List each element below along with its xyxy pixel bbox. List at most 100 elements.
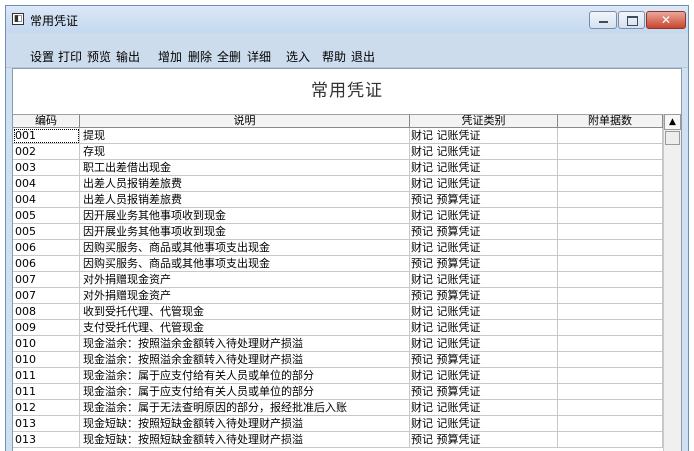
title-bar[interactable]: ◧ 常用凭证 ✕ [6, 6, 688, 33]
cell-code[interactable]: 009 [13, 320, 80, 336]
cell-code[interactable]: 004 [13, 192, 80, 208]
cell-voucher-type[interactable]: 财记 记账凭证 [410, 144, 558, 160]
export-button[interactable]: 输出 [116, 48, 140, 65]
cell-code[interactable]: 007 [13, 272, 80, 288]
delete-all-button[interactable]: 全删 [217, 48, 241, 65]
column-header-voucher-type[interactable]: 凭证类别 [410, 114, 558, 128]
cell-voucher-type[interactable]: 财记 记账凭证 [410, 272, 558, 288]
table-row[interactable]: 004 出差人员报销差旅费 预记 预算凭证 [13, 192, 663, 208]
cell-voucher-type[interactable]: 预记 预算凭证 [410, 224, 558, 240]
column-header-attachments[interactable]: 附单据数 [558, 114, 663, 128]
cell-voucher-type[interactable]: 预记 预算凭证 [410, 192, 558, 208]
cell-attachments[interactable] [558, 320, 663, 336]
table-row[interactable]: 002 存现 财记 记账凭证 [13, 144, 663, 160]
cell-attachments[interactable] [558, 304, 663, 320]
cell-voucher-type[interactable]: 财记 记账凭证 [410, 160, 558, 176]
cell-attachments[interactable] [558, 256, 663, 272]
cell-attachments[interactable] [558, 160, 663, 176]
table-row[interactable]: 013 现金短缺：按照短缺金额转入待处理财产损溢 财记 记账凭证 [13, 416, 663, 432]
cell-code[interactable]: 012 [13, 400, 80, 416]
table-row[interactable]: 004 出差人员报销差旅费 财记 记账凭证 [13, 176, 663, 192]
cell-attachments[interactable] [558, 416, 663, 432]
cell-description[interactable]: 现金溢余：属于无法查明原因的部分，报经批准后入账 [80, 400, 410, 416]
cell-description[interactable]: 出差人员报销差旅费 [80, 176, 410, 192]
cell-voucher-type[interactable]: 财记 记账凭证 [410, 320, 558, 336]
cell-voucher-type[interactable]: 预记 预算凭证 [410, 432, 558, 448]
cell-voucher-type[interactable]: 财记 记账凭证 [410, 128, 558, 144]
cell-attachments[interactable] [558, 352, 663, 368]
cell-attachments[interactable] [558, 224, 663, 240]
vertical-scrollbar[interactable]: ▲ [663, 114, 681, 451]
cell-attachments[interactable] [558, 208, 663, 224]
table-row[interactable]: 011 现金溢余：属于应支付给有关人员或单位的部分 预记 预算凭证 [13, 384, 663, 400]
cell-description[interactable]: 现金溢余：属于应支付给有关人员或单位的部分 [80, 384, 410, 400]
cell-voucher-type[interactable]: 财记 记账凭证 [410, 416, 558, 432]
cell-description[interactable]: 支付受托代理、代管现金 [80, 320, 410, 336]
cell-attachments[interactable] [558, 240, 663, 256]
cell-code[interactable]: 007 [13, 288, 80, 304]
table-row[interactable]: 009 支付受托代理、代管现金 财记 记账凭证 [13, 320, 663, 336]
cell-code[interactable]: 011 [13, 368, 80, 384]
cell-description[interactable]: 因开展业务其他事项收到现金 [80, 224, 410, 240]
table-row[interactable]: 003 职工出差借出现金 财记 记账凭证 [13, 160, 663, 176]
cell-attachments[interactable] [558, 144, 663, 160]
table-row[interactable]: 005 因开展业务其他事项收到现金 预记 预算凭证 [13, 224, 663, 240]
help-button[interactable]: 帮助 [322, 48, 346, 65]
cell-code[interactable]: 006 [13, 256, 80, 272]
cell-description[interactable]: 对外捐赠现金资产 [80, 288, 410, 304]
cell-attachments[interactable] [558, 368, 663, 384]
cell-voucher-type[interactable]: 预记 预算凭证 [410, 384, 558, 400]
cell-description[interactable]: 因购买服务、商品或其他事项支出现金 [80, 240, 410, 256]
cell-attachments[interactable] [558, 272, 663, 288]
table-row[interactable]: 007 对外捐赠现金资产 预记 预算凭证 [13, 288, 663, 304]
cell-voucher-type[interactable]: 预记 预算凭证 [410, 352, 558, 368]
cell-code[interactable]: 005 [13, 208, 80, 224]
cell-code[interactable]: 003 [13, 160, 80, 176]
cell-code[interactable]: 006 [13, 240, 80, 256]
cell-code[interactable]: 013 [13, 432, 80, 448]
cell-code[interactable]: 002 [13, 144, 80, 160]
scroll-thumb[interactable] [665, 131, 680, 145]
cell-voucher-type[interactable]: 财记 记账凭证 [410, 304, 558, 320]
cell-code[interactable]: 008 [13, 304, 80, 320]
cell-description[interactable]: 职工出差借出现金 [80, 160, 410, 176]
cell-description[interactable]: 提现 [80, 128, 410, 144]
cell-attachments[interactable] [558, 192, 663, 208]
cell-description[interactable]: 存现 [80, 144, 410, 160]
add-button[interactable]: 增加 [158, 48, 182, 65]
cell-description[interactable]: 对外捐赠现金资产 [80, 272, 410, 288]
table-row[interactable]: 007 对外捐赠现金资产 财记 记账凭证 [13, 272, 663, 288]
cell-attachments[interactable] [558, 128, 663, 144]
cell-voucher-type[interactable]: 财记 记账凭证 [410, 208, 558, 224]
cell-code[interactable]: 011 [13, 384, 80, 400]
maximize-button[interactable] [618, 11, 645, 29]
table-row[interactable]: 006 因购买服务、商品或其他事项支出现金 预记 预算凭证 [13, 256, 663, 272]
cell-voucher-type[interactable]: 财记 记账凭证 [410, 336, 558, 352]
cell-code[interactable]: 004 [13, 176, 80, 192]
cell-voucher-type[interactable]: 预记 预算凭证 [410, 288, 558, 304]
column-header-code[interactable]: 编码 [13, 114, 80, 128]
cell-description[interactable]: 现金溢余：属于应支付给有关人员或单位的部分 [80, 368, 410, 384]
print-button[interactable]: 打印 [58, 48, 82, 65]
exit-button[interactable]: 退出 [351, 48, 375, 65]
cell-attachments[interactable] [558, 176, 663, 192]
cell-attachments[interactable] [558, 400, 663, 416]
cell-description[interactable]: 因开展业务其他事项收到现金 [80, 208, 410, 224]
table-row[interactable]: 008 收到受托代理、代管现金 财记 记账凭证 [13, 304, 663, 320]
cell-voucher-type[interactable]: 财记 记账凭证 [410, 400, 558, 416]
preview-button[interactable]: 预览 [87, 48, 111, 65]
column-header-description[interactable]: 说明 [80, 114, 410, 128]
setup-button[interactable]: 设置 [30, 48, 54, 65]
app-window-icon[interactable]: ◧ [12, 13, 24, 25]
cell-attachments[interactable] [558, 432, 663, 448]
cell-code[interactable]: 010 [13, 352, 80, 368]
cell-code[interactable]: 001 [13, 128, 80, 144]
cell-voucher-type[interactable]: 预记 预算凭证 [410, 256, 558, 272]
cell-voucher-type[interactable]: 财记 记账凭证 [410, 368, 558, 384]
minimize-button[interactable] [589, 11, 617, 29]
table-row[interactable]: 001 提现 财记 记账凭证 [13, 128, 663, 144]
table-row[interactable]: 010 现金溢余：按照溢余金额转入待处理财产损溢 财记 记账凭证 [13, 336, 663, 352]
cell-code[interactable]: 005 [13, 224, 80, 240]
delete-button[interactable]: 删除 [188, 48, 212, 65]
table-row[interactable]: 012 现金溢余：属于无法查明原因的部分，报经批准后入账 财记 记账凭证 [13, 400, 663, 416]
